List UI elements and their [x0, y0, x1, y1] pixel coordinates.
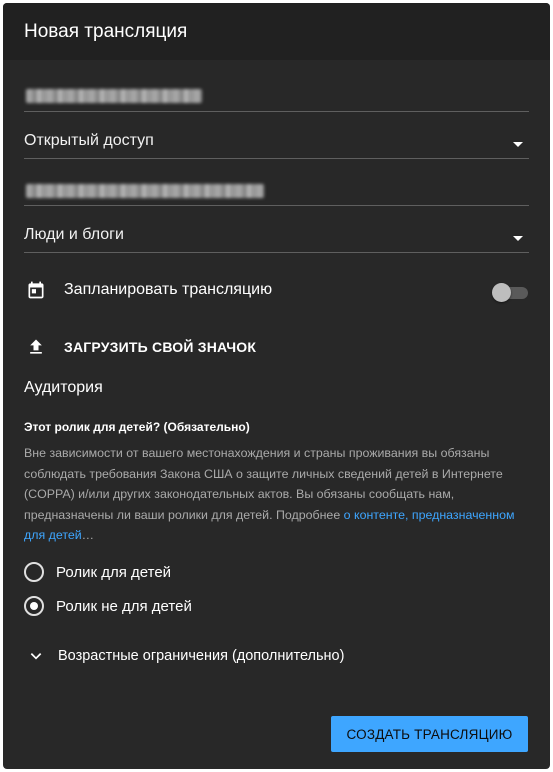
radio-button[interactable] [24, 562, 44, 582]
dialog-title: Новая трансляция [24, 20, 188, 42]
radio-label: Ролик не для детей [56, 597, 192, 615]
category-select[interactable]: Люди и блоги [24, 220, 529, 253]
upload-icon [24, 335, 48, 359]
age-restrictions-expander[interactable]: Возрастные ограничения (дополнительно) [28, 648, 344, 664]
calendar-icon [24, 278, 48, 302]
radio-not-made-for-kids[interactable]: Ролик не для детей [24, 596, 192, 616]
caret-down-icon [513, 236, 523, 241]
audience-title: Аудитория [24, 379, 103, 396]
audience-question: Этот ролик для детей? (Обязательно) [24, 420, 250, 434]
privacy-select[interactable]: Открытый доступ [24, 126, 529, 159]
create-stream-button[interactable]: СОЗДАТЬ ТРАНСЛЯЦИЮ [331, 716, 528, 752]
redacted-description-value [26, 184, 264, 198]
redacted-title-value [26, 89, 202, 103]
schedule-label: Запланировать трансляцию [64, 281, 273, 298]
category-selected-value: Люди и блоги [24, 226, 124, 243]
privacy-selected-value: Открытый доступ [24, 132, 154, 149]
new-stream-dialog: Новая трансляция Открытый доступ Люди и … [3, 3, 550, 769]
radio-label: Ролик для детей [56, 563, 172, 581]
age-restrictions-label: Возрастные ограничения (дополнительно) [58, 648, 345, 664]
schedule-row: Запланировать трансляцию [24, 278, 272, 302]
ellipsis: … [81, 528, 95, 542]
radio-made-for-kids[interactable]: Ролик для детей [24, 562, 171, 582]
upload-thumbnail-button[interactable]: ЗАГРУЗИТЬ СВОЙ ЗНАЧОК [24, 335, 256, 359]
title-input[interactable] [24, 79, 529, 112]
chevron-down-icon [28, 648, 44, 664]
radio-button-checked[interactable] [24, 596, 44, 616]
audience-description: Вне зависимости от вашего местонахождени… [24, 443, 534, 546]
create-stream-label: СОЗДАТЬ ТРАНСЛЯЦИЮ [346, 726, 513, 742]
description-input[interactable] [24, 173, 529, 206]
dialog-header: Новая трансляция [3, 3, 550, 60]
schedule-toggle-knob[interactable] [492, 283, 511, 302]
upload-thumbnail-label: ЗАГРУЗИТЬ СВОЙ ЗНАЧОК [64, 339, 257, 355]
caret-down-icon [513, 142, 523, 147]
